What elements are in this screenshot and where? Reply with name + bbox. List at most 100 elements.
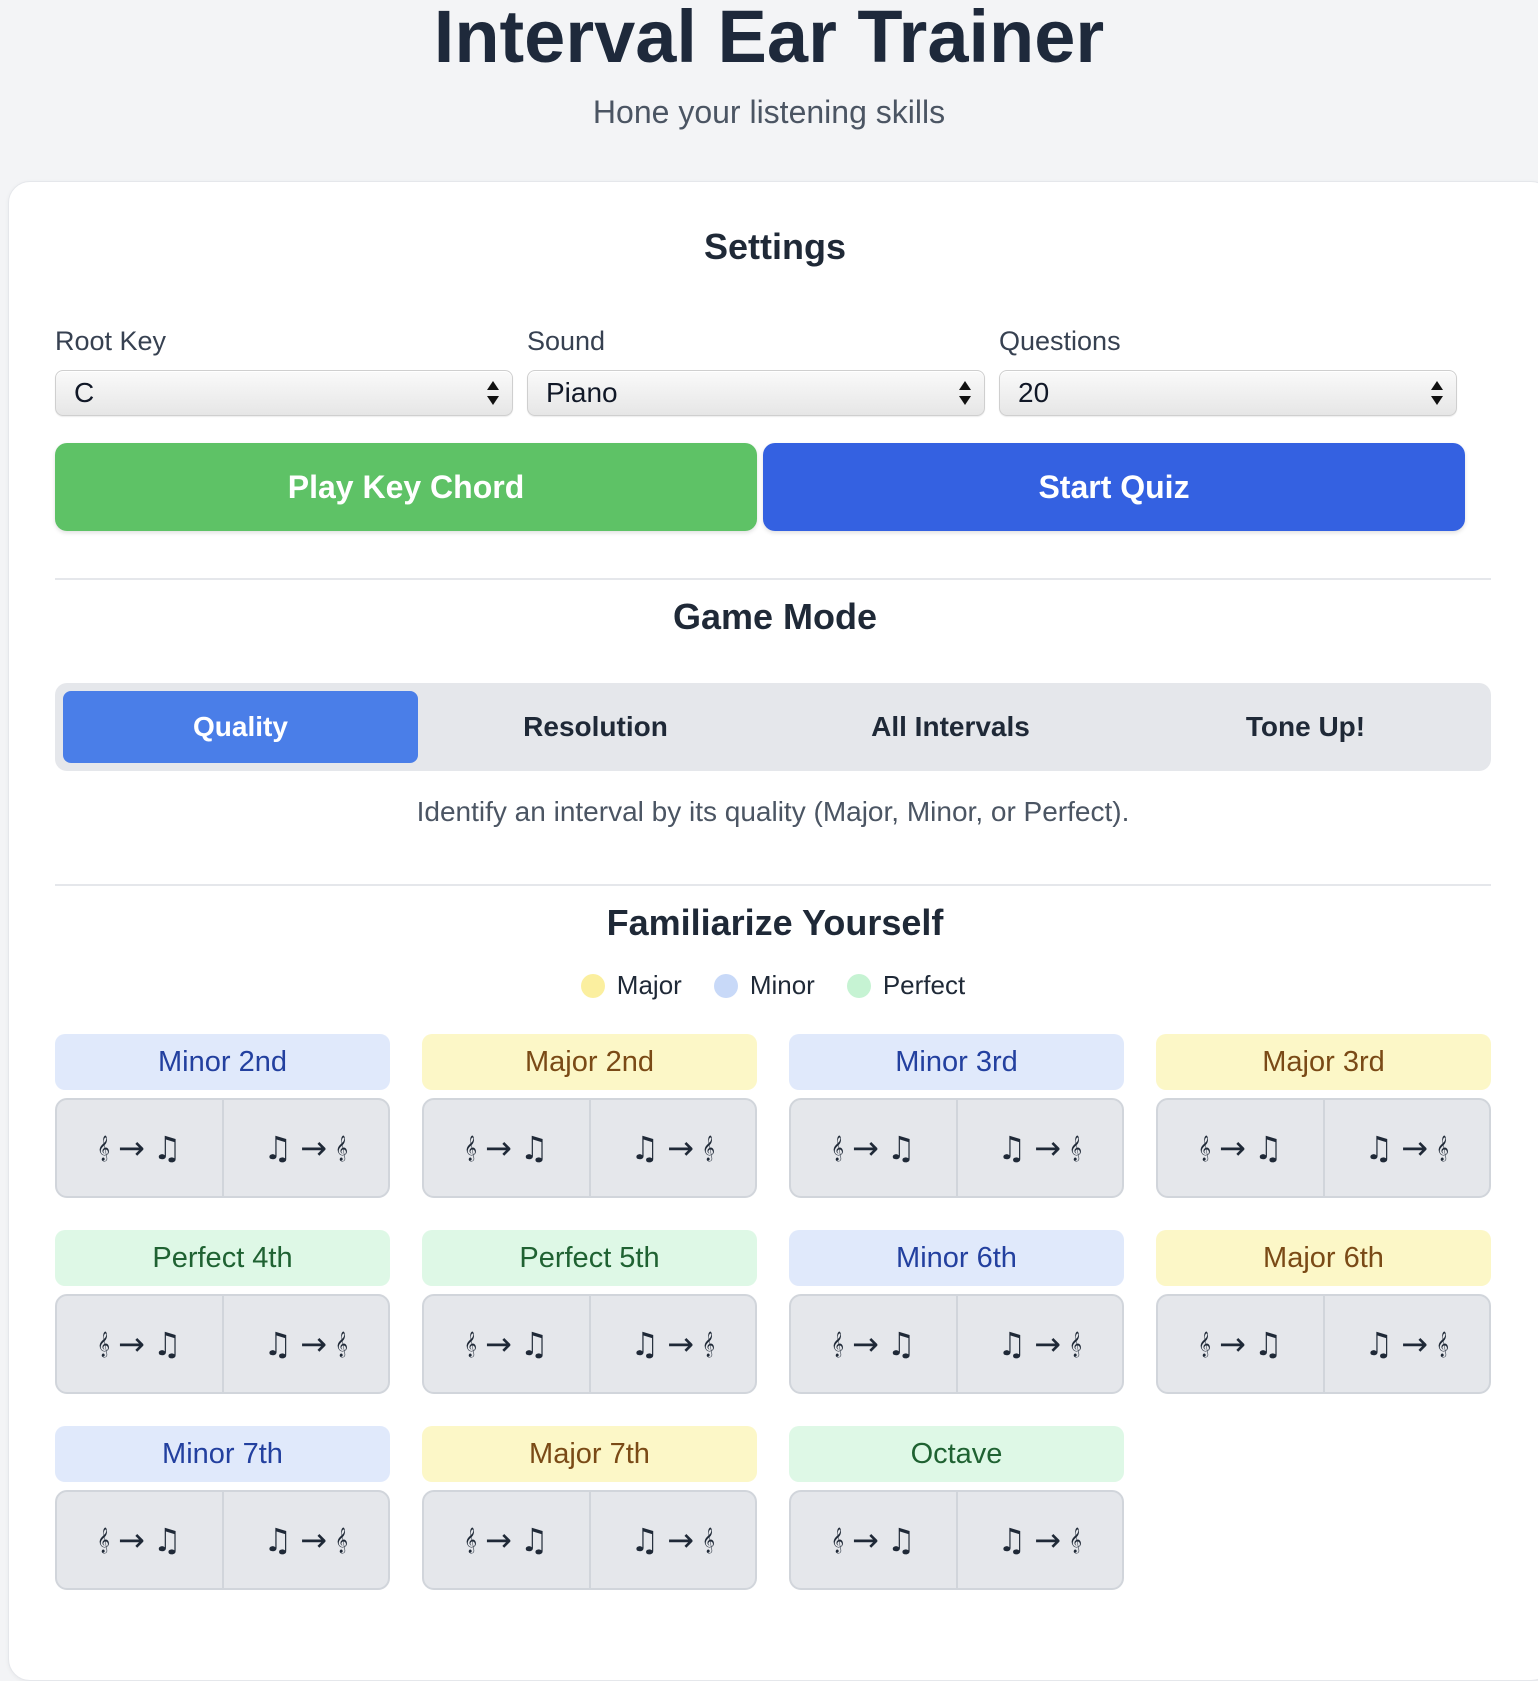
interval-card: Minor 7th 𝄞 → ♫ ♫ → 𝄞 [55,1426,390,1602]
legend-dot-major [580,973,605,998]
beamed-notes-icon: ♫ [263,1521,293,1559]
play-descending-button[interactable]: ♫ → 𝄞 [221,1492,389,1588]
treble-clef-icon: 𝄞 [1068,1331,1082,1357]
beamed-notes-icon: ♫ [997,1521,1027,1559]
sound-select[interactable]: Piano [527,370,985,416]
play-descending-button[interactable]: ♫ → 𝄞 [1322,1100,1490,1196]
tab-quality[interactable]: Quality [63,691,418,763]
root-key-value: C [74,377,95,408]
quality-legend: Major Minor Perfect [55,970,1491,1001]
treble-clef-icon: 𝄞 [463,1331,477,1357]
treble-clef-icon: 𝄞 [1197,1331,1211,1357]
play-ascending-button[interactable]: 𝄞 → ♫ [791,1100,956,1196]
play-ascending-button[interactable]: 𝄞 → ♫ [1158,1296,1323,1392]
game-mode-title: Game Mode [672,596,878,637]
legend-dot-minor [713,973,738,998]
interval-label: Major 6th [1156,1230,1491,1286]
play-key-chord-button[interactable]: Play Key Chord [55,443,757,531]
arrow-right-icon: → [118,1325,145,1363]
questions-select[interactable]: 20 [999,370,1457,416]
interval-card: Major 2nd 𝄞 → ♫ ♫ → 𝄞 [422,1034,757,1210]
play-ascending-button[interactable]: 𝄞 → ♫ [424,1100,589,1196]
interval-card: Minor 2nd 𝄞 → ♫ ♫ → 𝄞 [55,1034,390,1210]
play-descending-button[interactable]: ♫ → 𝄞 [221,1100,389,1196]
beamed-notes-icon: ♫ [886,1521,916,1559]
questions-label: Questions [999,326,1121,356]
arrow-right-icon: → [300,1325,327,1363]
root-key-select[interactable]: C [55,370,513,416]
legend-item-perfect: Perfect [846,970,966,1001]
treble-clef-icon: 𝄞 [830,1527,844,1553]
arrow-right-icon: → [667,1129,694,1167]
interval-play-buttons: 𝄞 → ♫ ♫ → 𝄞 [789,1098,1124,1198]
play-ascending-button[interactable]: 𝄞 → ♫ [424,1492,589,1588]
play-descending-button[interactable]: ♫ → 𝄞 [955,1492,1123,1588]
play-descending-button[interactable]: ♫ → 𝄞 [588,1296,756,1392]
play-ascending-button[interactable]: 𝄞 → ♫ [57,1100,222,1196]
treble-clef-icon: 𝄞 [334,1331,348,1357]
game-mode-description: Identify an interval by its quality (Maj… [416,796,1130,827]
interval-label: Major 3rd [1156,1034,1491,1090]
interval-card: Perfect 4th 𝄞 → ♫ ♫ → 𝄞 [55,1230,390,1406]
legend-label-perfect: Perfect [882,970,966,1000]
familiarize-title: Familiarize Yourself [606,902,944,943]
play-descending-button[interactable]: ♫ → 𝄞 [1322,1296,1490,1392]
interval-card: Major 6th 𝄞 → ♫ ♫ → 𝄞 [1156,1230,1491,1406]
beamed-notes-icon: ♫ [519,1521,549,1559]
app-title: Interval Ear Trainer [433,0,1105,78]
treble-clef-icon: 𝄞 [1197,1135,1211,1161]
start-quiz-button[interactable]: Start Quiz [763,443,1465,531]
beamed-notes-icon: ♫ [519,1325,549,1363]
legend-label-major: Major [616,970,682,1000]
play-descending-button[interactable]: ♫ → 𝄞 [221,1296,389,1392]
arrow-right-icon: → [667,1521,694,1559]
interval-play-buttons: 𝄞 → ♫ ♫ → 𝄞 [789,1294,1124,1394]
interval-label: Perfect 5th [422,1230,757,1286]
sound-label: Sound [527,326,606,356]
treble-clef-icon: 𝄞 [334,1135,348,1161]
page-header: Interval Ear Trainer Hone your listening… [0,0,1538,132]
play-ascending-button[interactable]: 𝄞 → ♫ [424,1296,589,1392]
play-ascending-button[interactable]: 𝄞 → ♫ [1158,1100,1323,1196]
treble-clef-icon: 𝄞 [1435,1331,1449,1357]
root-key-field: Root Key C [55,324,513,416]
interval-label: Major 2nd [422,1034,757,1090]
arrow-right-icon: → [485,1325,512,1363]
arrow-right-icon: → [1034,1325,1061,1363]
play-descending-button[interactable]: ♫ → 𝄞 [588,1100,756,1196]
divider [55,884,1491,886]
beamed-notes-icon: ♫ [630,1325,660,1363]
play-ascending-button[interactable]: 𝄞 → ♫ [791,1296,956,1392]
arrow-right-icon: → [485,1521,512,1559]
interval-label: Perfect 4th [55,1230,390,1286]
play-descending-button[interactable]: ♫ → 𝄞 [955,1100,1123,1196]
interval-card: Perfect 5th 𝄞 → ♫ ♫ → 𝄞 [422,1230,757,1406]
tab-all-intervals[interactable]: All Intervals [773,691,1128,763]
play-ascending-button[interactable]: 𝄞 → ♫ [57,1492,222,1588]
tab-tone-up[interactable]: Tone Up! [1128,691,1483,763]
interval-play-buttons: 𝄞 → ♫ ♫ → 𝄞 [422,1098,757,1198]
legend-dot-perfect [846,973,871,998]
beamed-notes-icon: ♫ [1253,1129,1283,1167]
treble-clef-icon: 𝄞 [701,1135,715,1161]
beamed-notes-icon: ♫ [263,1325,293,1363]
tab-resolution[interactable]: Resolution [418,691,773,763]
treble-clef-icon: 𝄞 [96,1135,110,1161]
interval-card: Octave 𝄞 → ♫ ♫ → 𝄞 [789,1426,1124,1602]
select-arrows-icon [1431,381,1443,405]
interval-card: Minor 3rd 𝄞 → ♫ ♫ → 𝄞 [789,1034,1124,1210]
beamed-notes-icon: ♫ [1364,1325,1394,1363]
play-descending-button[interactable]: ♫ → 𝄞 [955,1296,1123,1392]
arrow-right-icon: → [485,1129,512,1167]
treble-clef-icon: 𝄞 [334,1527,348,1553]
app-subtitle: Hone your listening skills [592,94,946,130]
play-ascending-button[interactable]: 𝄞 → ♫ [791,1492,956,1588]
beamed-notes-icon: ♫ [152,1521,182,1559]
arrow-right-icon: → [1219,1325,1246,1363]
play-ascending-button[interactable]: 𝄞 → ♫ [57,1296,222,1392]
treble-clef-icon: 𝄞 [701,1331,715,1357]
arrow-right-icon: → [852,1521,879,1559]
play-descending-button[interactable]: ♫ → 𝄞 [588,1492,756,1588]
beamed-notes-icon: ♫ [263,1129,293,1167]
beamed-notes-icon: ♫ [152,1129,182,1167]
